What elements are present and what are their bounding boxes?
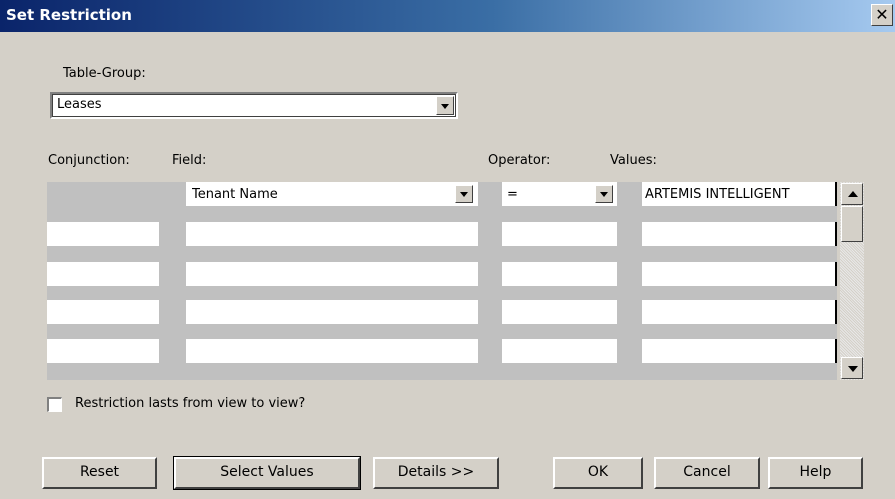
column-header-operator: Operator: xyxy=(488,153,551,168)
field-cell[interactable] xyxy=(186,222,478,246)
scroll-up-button[interactable] xyxy=(841,183,863,205)
operator-cell[interactable]: = xyxy=(502,182,617,206)
persist-restriction-label[interactable]: Restriction lasts from view to view? xyxy=(75,396,305,411)
field-cell[interactable] xyxy=(186,339,478,363)
ok-button[interactable]: OK xyxy=(553,457,643,489)
operator-cell[interactable] xyxy=(502,262,617,286)
column-header-values: Values: xyxy=(610,153,657,168)
scroll-thumb[interactable] xyxy=(841,206,863,242)
operator-cell[interactable] xyxy=(502,300,617,324)
field-value: Tenant Name xyxy=(192,187,278,202)
select-values-button[interactable]: Select Values xyxy=(173,456,361,490)
conjunction-cell[interactable] xyxy=(47,262,159,286)
reset-button[interactable]: Reset xyxy=(42,457,157,489)
window-title: Set Restriction xyxy=(6,6,132,24)
value-cell[interactable] xyxy=(642,300,837,324)
grid-scrollbar[interactable] xyxy=(840,182,864,380)
table-group-dropdown-button[interactable] xyxy=(436,96,454,115)
value-cell[interactable] xyxy=(642,222,837,246)
field-cell[interactable]: Tenant Name xyxy=(186,182,478,206)
operator-value: = xyxy=(507,187,518,202)
cancel-button[interactable]: Cancel xyxy=(654,457,760,489)
table-group-label: Table-Group: xyxy=(63,66,146,81)
field-cell[interactable] xyxy=(186,300,478,324)
value-text: ARTEMIS INTELLIGENT xyxy=(645,187,790,202)
conjunction-cell[interactable] xyxy=(47,222,159,246)
details-button[interactable]: Details >> xyxy=(373,457,499,489)
field-cell[interactable] xyxy=(186,262,478,286)
value-cell[interactable]: ARTEMIS INTELLIGENT xyxy=(642,182,837,206)
column-header-field: Field: xyxy=(172,153,207,168)
arrow-down-icon xyxy=(848,366,858,372)
value-cell[interactable] xyxy=(642,339,837,363)
operator-cell[interactable] xyxy=(502,222,617,246)
operator-cell[interactable] xyxy=(502,339,617,363)
title-bar: Set Restriction ✕ xyxy=(0,0,895,32)
arrow-up-icon xyxy=(848,191,858,197)
help-button[interactable]: Help xyxy=(768,457,863,489)
conjunction-cell[interactable] xyxy=(47,300,159,324)
persist-restriction-checkbox[interactable] xyxy=(47,397,62,412)
chevron-down-icon xyxy=(441,103,449,109)
chevron-down-icon xyxy=(460,192,468,197)
field-dropdown-button[interactable] xyxy=(455,185,473,203)
operator-dropdown-button[interactable] xyxy=(595,185,613,203)
scroll-down-button[interactable] xyxy=(841,357,863,379)
close-icon: ✕ xyxy=(875,5,889,24)
table-group-select[interactable]: Leases xyxy=(50,92,458,119)
value-cell[interactable] xyxy=(642,262,837,286)
column-header-conjunction: Conjunction: xyxy=(48,153,130,168)
close-button[interactable]: ✕ xyxy=(871,4,893,26)
conjunction-cell[interactable] xyxy=(47,339,159,363)
table-group-value: Leases xyxy=(57,97,102,112)
conjunction-cell-disabled xyxy=(47,182,159,206)
chevron-down-icon xyxy=(600,192,608,197)
restriction-grid: Tenant Name = ARTEMIS INTELLIGENT xyxy=(47,182,837,380)
